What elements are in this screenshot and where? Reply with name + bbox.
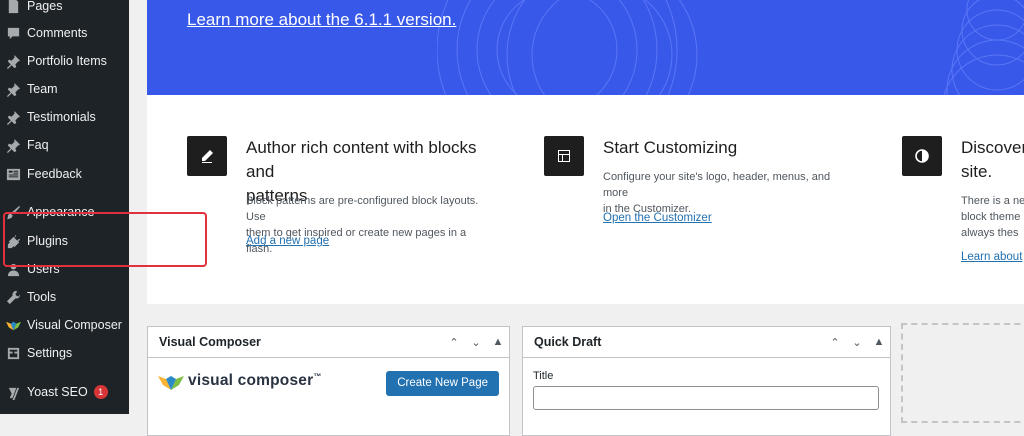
welcome-panel: Author rich content with blocks and patte…	[147, 95, 1024, 304]
sidebar-item-label: Feedback	[27, 167, 82, 181]
logo-text: visual composer™	[188, 371, 322, 390]
sidebar-item-pages[interactable]: Pages	[0, 0, 129, 20]
sidebar-item-label: Users	[27, 262, 60, 276]
toggle-panel-icon[interactable]: ▲	[487, 331, 509, 353]
pin-icon	[5, 53, 21, 69]
sidebar-item-comments[interactable]: Comments	[0, 19, 129, 47]
column-description: Block patterns are pre-configured block …	[246, 195, 479, 255]
sidebar-item-appearance[interactable]: Appearance	[0, 198, 129, 226]
widget-title: Visual Composer	[159, 335, 261, 349]
widget-title: Quick Draft	[534, 335, 602, 349]
draft-title-input[interactable]	[533, 386, 879, 410]
sidebar-item-label: Settings	[27, 346, 73, 360]
empty-widget-dropzone	[901, 323, 1024, 423]
sidebar-item-label: Pages	[27, 0, 63, 13]
open-customizer-link[interactable]: Open the Customizer	[603, 212, 712, 224]
column-title: Start Customizing	[603, 138, 738, 157]
sidebar-item-label: Tools	[27, 290, 57, 304]
widget-header: Quick Draft ⌃ ⌄ ▲	[523, 327, 890, 358]
sidebar-item-label: Testimonials	[27, 110, 96, 124]
pin-icon	[5, 137, 21, 153]
move-up-icon[interactable]: ⌃	[824, 331, 846, 353]
sidebar-item-feedback[interactable]: Feedback	[0, 160, 129, 188]
visual-composer-logo-icon	[158, 376, 184, 390]
pencil-icon	[187, 136, 227, 176]
create-new-page-button[interactable]: Create New Page	[386, 371, 499, 396]
sidebar-item-team[interactable]: Team	[0, 75, 129, 103]
visual-composer-widget: Visual Composer ⌃ ⌄ ▲ visual composer™ C…	[147, 326, 510, 436]
users-icon	[5, 261, 21, 277]
sidebar-item-label: Appearance	[27, 205, 95, 219]
sidebar-item-label: Comments	[27, 26, 88, 40]
admin-sidebar: Pages Comments Portfolio Items Team Test…	[0, 0, 129, 414]
welcome-hero-banner: Learn more about the 6.1.1 version.	[147, 0, 1024, 95]
plugin-icon	[5, 233, 21, 249]
move-up-icon[interactable]: ⌃	[443, 331, 465, 353]
move-down-icon[interactable]: ⌄	[465, 331, 487, 353]
pin-icon	[5, 109, 21, 125]
widget-header: Visual Composer ⌃ ⌄ ▲	[148, 327, 509, 358]
hero-pattern	[437, 0, 1024, 95]
sidebar-item-label: Yoast SEO	[27, 385, 88, 399]
column-title: Discover site.	[961, 138, 1024, 181]
sidebar-item-yoast-seo[interactable]: Yoast SEO 1	[0, 378, 129, 406]
welcome-column-discover: Discover site. There is a ne block theme al…	[902, 136, 1024, 286]
visual-composer-icon	[5, 317, 21, 333]
notification-badge: 1	[93, 385, 108, 399]
sidebar-item-testimonials[interactable]: Testimonials	[0, 103, 129, 131]
sidebar-item-users[interactable]: Users	[0, 255, 129, 283]
sidebar-item-label: Portfolio Items	[27, 54, 107, 68]
sidebar-item-tools[interactable]: Tools	[0, 283, 129, 311]
quick-draft-widget: Quick Draft ⌃ ⌄ ▲ Title	[522, 326, 891, 436]
visual-composer-logo: visual composer™	[158, 371, 322, 391]
move-down-icon[interactable]: ⌄	[846, 331, 868, 353]
sidebar-item-label: Faq	[27, 138, 49, 152]
column-description: Configure your site's logo, header, menu…	[603, 171, 831, 215]
feedback-icon	[5, 166, 21, 182]
wrench-icon	[5, 289, 21, 305]
learn-more-version-link[interactable]: Learn more about the 6.1.1 version.	[187, 10, 456, 30]
welcome-column-customizing: Start Customizing Configure your site's …	[544, 136, 844, 286]
sidebar-item-settings[interactable]: Settings	[0, 339, 129, 367]
sidebar-item-label: Plugins	[27, 234, 68, 248]
toggle-panel-icon[interactable]: ▲	[868, 331, 890, 353]
settings-icon	[5, 345, 21, 361]
column-description: There is a ne block theme always thes	[961, 195, 1024, 239]
sidebar-item-plugins[interactable]: Plugins	[0, 227, 129, 255]
sidebar-item-portfolio-items[interactable]: Portfolio Items	[0, 47, 129, 75]
add-new-page-link[interactable]: Add a new page	[246, 235, 329, 247]
sidebar-item-faq[interactable]: Faq	[0, 131, 129, 159]
pages-icon	[5, 0, 21, 14]
welcome-column-blocks: Author rich content with blocks and patte…	[187, 136, 487, 286]
draft-title-label: Title	[533, 370, 554, 382]
paintbrush-icon	[5, 204, 21, 220]
contrast-icon	[902, 136, 942, 176]
sidebar-item-label: Team	[27, 82, 58, 96]
learn-about-link[interactable]: Learn about	[961, 251, 1022, 263]
sidebar-item-visual-composer[interactable]: Visual Composer	[0, 311, 129, 339]
pin-icon	[5, 81, 21, 97]
sidebar-item-label: Visual Composer	[27, 318, 122, 332]
layout-icon	[544, 136, 584, 176]
comments-icon	[5, 25, 21, 41]
yoast-icon	[5, 384, 21, 400]
